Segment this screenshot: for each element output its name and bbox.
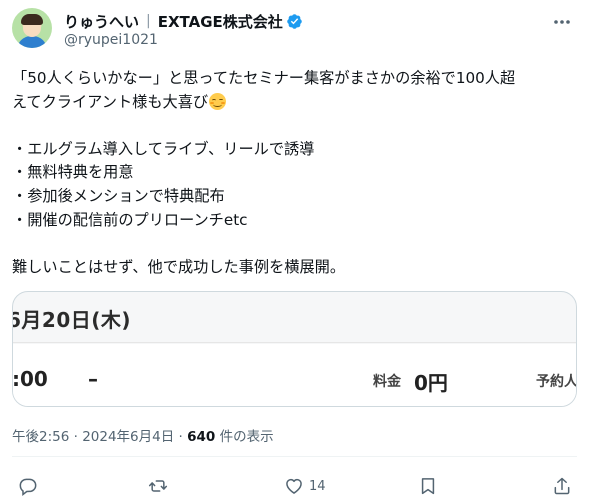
view-count: 640 <box>187 429 216 445</box>
post-line: ・参加後メンションで特典配布 <box>12 186 225 205</box>
post-line: 「50人くらいかなー」と思ってたセミナー集客がまさかの余裕で100人超 <box>12 69 516 87</box>
post-line-with-emoji: えてクライアント様も大喜び <box>12 91 577 115</box>
more-options-icon[interactable] <box>551 12 573 32</box>
post-header: りゅうへい | EXTAGE株式会社 @ryupei1021 <box>12 8 577 52</box>
card-time-dash: – <box>88 367 98 391</box>
post-line: えてクライアント様も大喜び <box>12 92 209 111</box>
author-handle[interactable]: @ryupei1021 <box>64 32 158 48</box>
post-line <box>12 114 577 138</box>
post-line: ・開催の配信前のプリローンチetc <box>12 210 248 229</box>
author-name-row: りゅうへい | EXTAGE株式会社 <box>64 11 303 31</box>
repost-icon <box>148 480 168 492</box>
post-text: 「50人くらいかなー」と思ってたセミナー集客がまさかの余裕で100人超 えてクラ… <box>12 67 577 279</box>
bookmark-button[interactable] <box>418 472 443 500</box>
repost-button[interactable] <box>148 472 173 500</box>
post-meta: 午後2:56 · 2024年6月4日 · 640 件の表示 <box>12 425 274 445</box>
meta-dot: · <box>69 429 83 445</box>
verified-badge-icon <box>287 13 302 29</box>
smiling-face-with-blush-emoji-icon <box>209 92 227 110</box>
share-icon <box>554 477 570 495</box>
like-button[interactable]: 14 <box>284 472 326 500</box>
card-event-time: :00 <box>12 367 48 391</box>
meta-dot: · <box>174 429 188 445</box>
divider <box>12 456 577 457</box>
card-divider <box>13 342 576 343</box>
share-button[interactable] <box>552 472 572 500</box>
post-line: ・無料特典を用意 <box>12 163 134 182</box>
action-bar: 14 <box>12 472 577 500</box>
view-count-label: 件の表示 <box>215 429 274 445</box>
heart-icon <box>286 478 302 494</box>
avatar[interactable] <box>12 8 52 48</box>
post-line <box>12 232 577 256</box>
bookmark-icon <box>421 478 435 495</box>
post-line: ・エルグラム導入してライブ、リールで誘導 <box>12 139 315 158</box>
post-date[interactable]: 2024年6月4日 <box>82 429 174 445</box>
author-display-name[interactable]: りゅうへい <box>64 11 139 32</box>
reply-icon <box>19 478 37 496</box>
post-time[interactable]: 午後2:56 <box>12 429 69 445</box>
name-separator: | <box>146 13 151 29</box>
card-event-date: 6月20日(木) <box>12 308 132 332</box>
card-reserve-label: 予約人 <box>536 374 577 390</box>
card-fee-label: 料金 <box>373 374 401 390</box>
author-organization[interactable]: EXTAGE株式会社 <box>158 11 283 32</box>
like-count: 14 <box>309 478 326 494</box>
post-line: 難しいことはせず、他で成功した事例を横展開。 <box>12 257 346 276</box>
card-fee-value: 0円 <box>414 371 448 395</box>
embedded-image-card[interactable]: 6月20日(木) :00 – 料金 0円 予約人 <box>12 291 577 407</box>
reply-button[interactable] <box>18 472 43 500</box>
